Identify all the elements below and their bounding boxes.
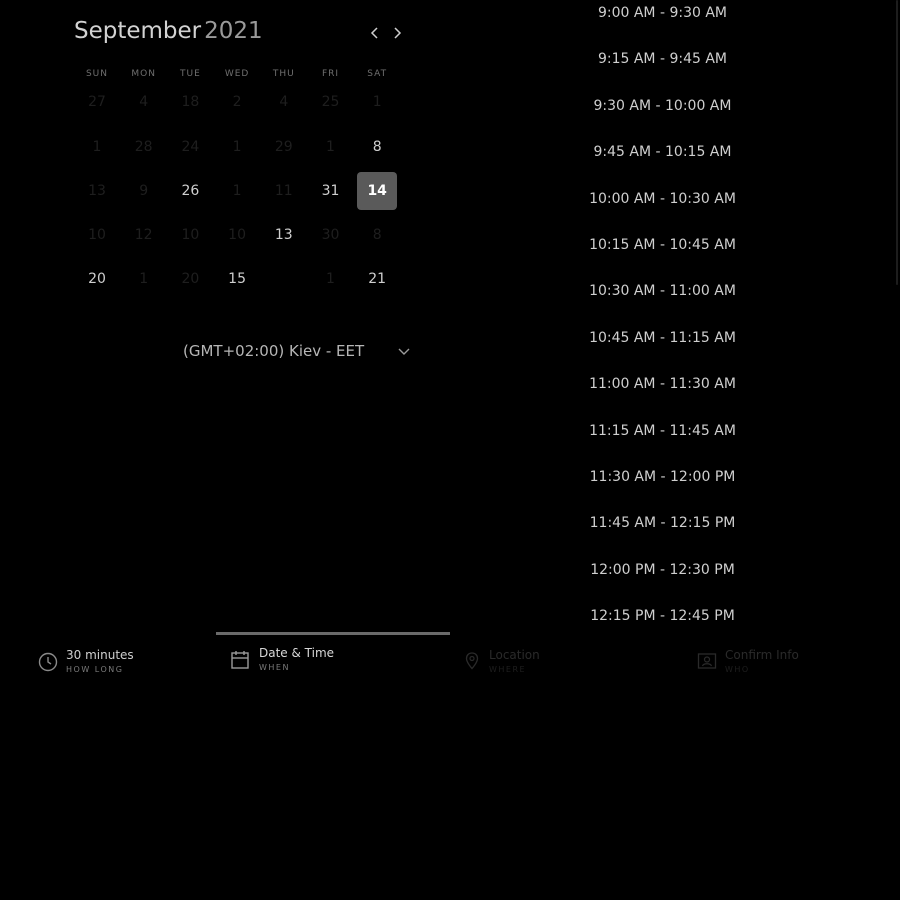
time-slot-button[interactable]: 11:00 AM - 11:30 AM xyxy=(560,372,765,396)
day-cell: 8 xyxy=(372,227,382,243)
time-slot-button[interactable]: 9:15 AM - 9:45 AM xyxy=(560,47,765,71)
day-cell: 1 xyxy=(372,94,382,110)
day-cell: 1 xyxy=(326,271,335,287)
time-slot-button[interactable]: 9:30 AM - 10:00 AM xyxy=(560,94,765,118)
chevron-down-icon xyxy=(398,348,410,355)
booking-page: September 2021 SUN MON TUE WED THU FRI SAT 27 4 1… xyxy=(0,0,900,900)
time-slot-button[interactable]: 12:15 PM - 12:45 PM xyxy=(560,604,765,628)
step-how-long[interactable]: 30 minutes HOW LONG xyxy=(38,632,208,682)
day-cell: 1 xyxy=(232,183,242,199)
step-where[interactable]: Location WHERE xyxy=(465,632,665,682)
time-slot-button[interactable]: 10:30 AM - 11:00 AM xyxy=(560,279,765,303)
day-cell[interactable]: 8 xyxy=(357,128,397,166)
step-subtitle: HOW LONG xyxy=(66,665,124,674)
step-subtitle: WHERE xyxy=(489,665,527,674)
time-slot-button[interactable]: 10:00 AM - 10:30 AM xyxy=(560,187,765,211)
day-cell: 18 xyxy=(181,94,200,110)
day-cell: 30 xyxy=(321,227,340,243)
day-cell: 10 xyxy=(88,227,106,243)
time-slot-scrollbar[interactable] xyxy=(896,0,898,285)
person-card-icon xyxy=(697,653,717,669)
day-cell[interactable]: 13 xyxy=(264,216,304,254)
step-title: Confirm Info xyxy=(725,648,799,662)
location-pin-icon xyxy=(465,652,479,670)
time-slot-button[interactable]: 11:30 AM - 12:00 PM xyxy=(560,465,765,489)
time-slot-button[interactable]: 9:00 AM - 9:30 AM xyxy=(560,1,765,25)
day-cell: 11 xyxy=(274,183,293,199)
day-cell: 1 xyxy=(139,271,149,287)
day-cell: 25 xyxy=(321,94,340,110)
booking-steps: 30 minutes HOW LONG Date & Time WHEN Loc… xyxy=(0,632,900,682)
day-cell: 4 xyxy=(279,94,289,110)
time-slot-button[interactable]: 11:15 AM - 11:45 AM xyxy=(560,419,765,443)
day-grid: 27 4 18 2 4 25 1 1 28 24 1 29 1 8 13 9 26 1 11 31 14 10 12 10 10… xyxy=(74,16,414,316)
day-cell: 29 xyxy=(274,139,293,155)
time-slot-button[interactable]: 9:45 AM - 10:15 AM xyxy=(560,140,765,164)
day-cell: 12 xyxy=(134,227,153,243)
day-cell[interactable]: 31 xyxy=(311,172,351,210)
step-who[interactable]: Confirm Info WHO xyxy=(697,632,887,682)
time-slot-button[interactable]: 10:15 AM - 10:45 AM xyxy=(560,233,765,257)
step-title: Location xyxy=(489,648,540,662)
calendar-icon xyxy=(231,651,249,669)
step-when[interactable]: Date & Time WHEN xyxy=(231,632,446,682)
day-cell: 10 xyxy=(181,227,200,243)
day-cell[interactable]: 15 xyxy=(217,260,257,298)
timezone-label: (GMT+02:00) Kiev - EET xyxy=(183,342,365,360)
time-slot-button[interactable]: 10:45 AM - 11:15 AM xyxy=(560,326,765,350)
day-cell: 9 xyxy=(139,183,149,199)
day-cell-selected[interactable]: 14 xyxy=(357,172,398,210)
day-cell[interactable]: 26 xyxy=(170,172,210,210)
step-subtitle: WHEN xyxy=(259,663,290,672)
day-cell[interactable]: 20 xyxy=(77,260,117,298)
day-cell: 1 xyxy=(326,139,335,155)
step-title: Date & Time xyxy=(259,646,335,660)
calendar: September 2021 SUN MON TUE WED THU FRI SAT 27 4 1… xyxy=(74,16,414,287)
day-cell xyxy=(264,260,304,298)
day-cell: 2 xyxy=(232,94,242,110)
day-cell: 27 xyxy=(88,94,106,110)
day-cell: 24 xyxy=(181,139,200,155)
clock-icon xyxy=(38,652,58,672)
day-cell: 1 xyxy=(232,139,242,155)
day-cell: 10 xyxy=(228,227,246,243)
day-cell: 20 xyxy=(181,271,200,287)
step-title: 30 minutes xyxy=(66,648,134,662)
time-slot-button[interactable]: 12:00 PM - 12:30 PM xyxy=(560,558,765,582)
time-slot-button[interactable]: 11:45 AM - 12:15 PM xyxy=(560,511,765,535)
day-cell[interactable]: 21 xyxy=(357,260,397,298)
day-cell: 13 xyxy=(88,183,106,199)
step-subtitle: WHO xyxy=(725,665,750,674)
day-cell: 4 xyxy=(139,94,149,110)
day-cell: 28 xyxy=(134,139,153,155)
day-cell: 1 xyxy=(92,139,102,155)
timezone-select[interactable]: (GMT+02:00) Kiev - EET xyxy=(183,340,413,364)
time-slot-list: 9:00 AM - 9:30 AM 9:15 AM - 9:45 AM 9:30 A… xyxy=(560,0,765,630)
